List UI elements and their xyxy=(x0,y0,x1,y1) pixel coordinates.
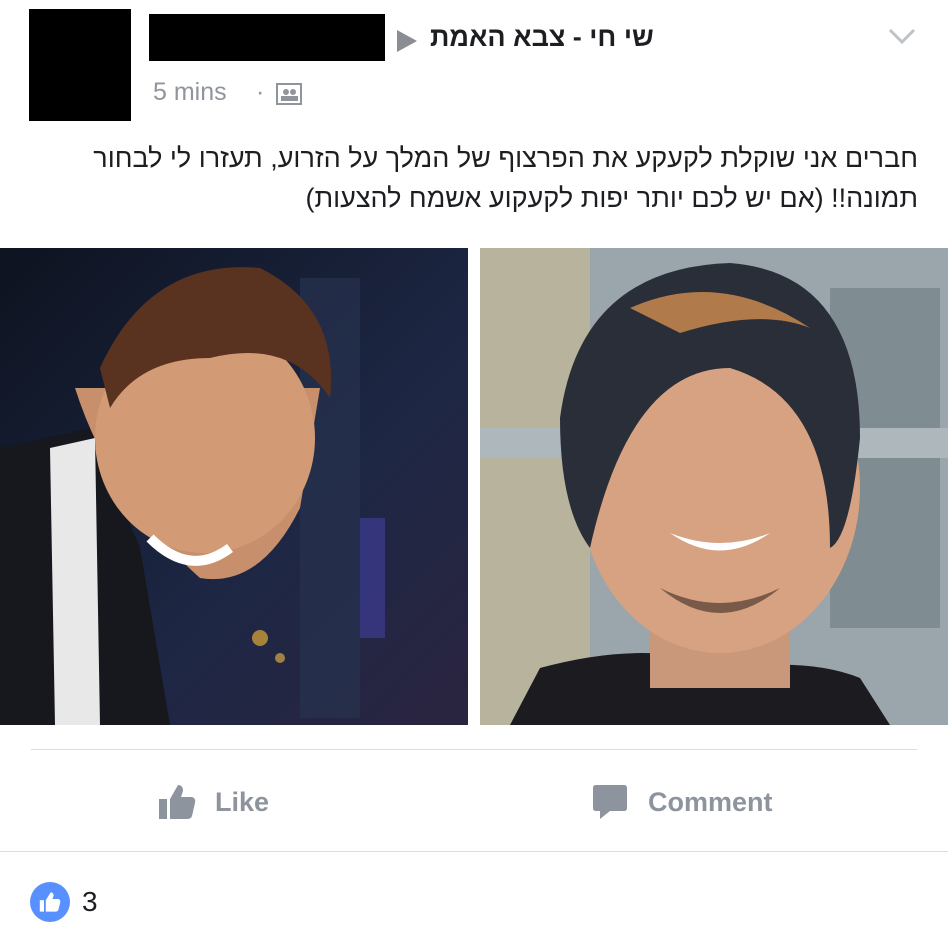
like-label: Like xyxy=(215,786,270,817)
reactions-divider xyxy=(0,851,948,852)
post-photo-1[interactable] xyxy=(0,248,468,725)
action-divider xyxy=(31,749,917,750)
thumbs-up-icon xyxy=(159,785,196,819)
post-photo-2[interactable] xyxy=(480,248,948,725)
reaction-count: 3 xyxy=(82,886,98,917)
author-avatar[interactable] xyxy=(29,9,131,121)
comment-button[interactable]: Comment xyxy=(590,780,773,824)
shared-to-arrow-icon xyxy=(397,30,417,52)
post-text: חברים אני שוקלת לקעקע את הפרצוף של המלך … xyxy=(93,143,918,213)
reactions-summary[interactable]: 3 xyxy=(30,882,98,922)
post-timestamp[interactable]: 5 mins xyxy=(153,78,227,107)
comment-icon xyxy=(593,785,627,819)
comment-label: Comment xyxy=(648,786,773,817)
meta-separator: · xyxy=(256,78,265,106)
group-audience-icon xyxy=(276,83,302,105)
like-button[interactable]: Like xyxy=(157,780,269,824)
group-name-link[interactable]: שי חי - צבא האמת xyxy=(430,22,654,53)
like-reaction-icon xyxy=(30,882,70,922)
author-name-redacted[interactable] xyxy=(149,14,385,61)
chevron-down-icon[interactable] xyxy=(888,26,916,46)
